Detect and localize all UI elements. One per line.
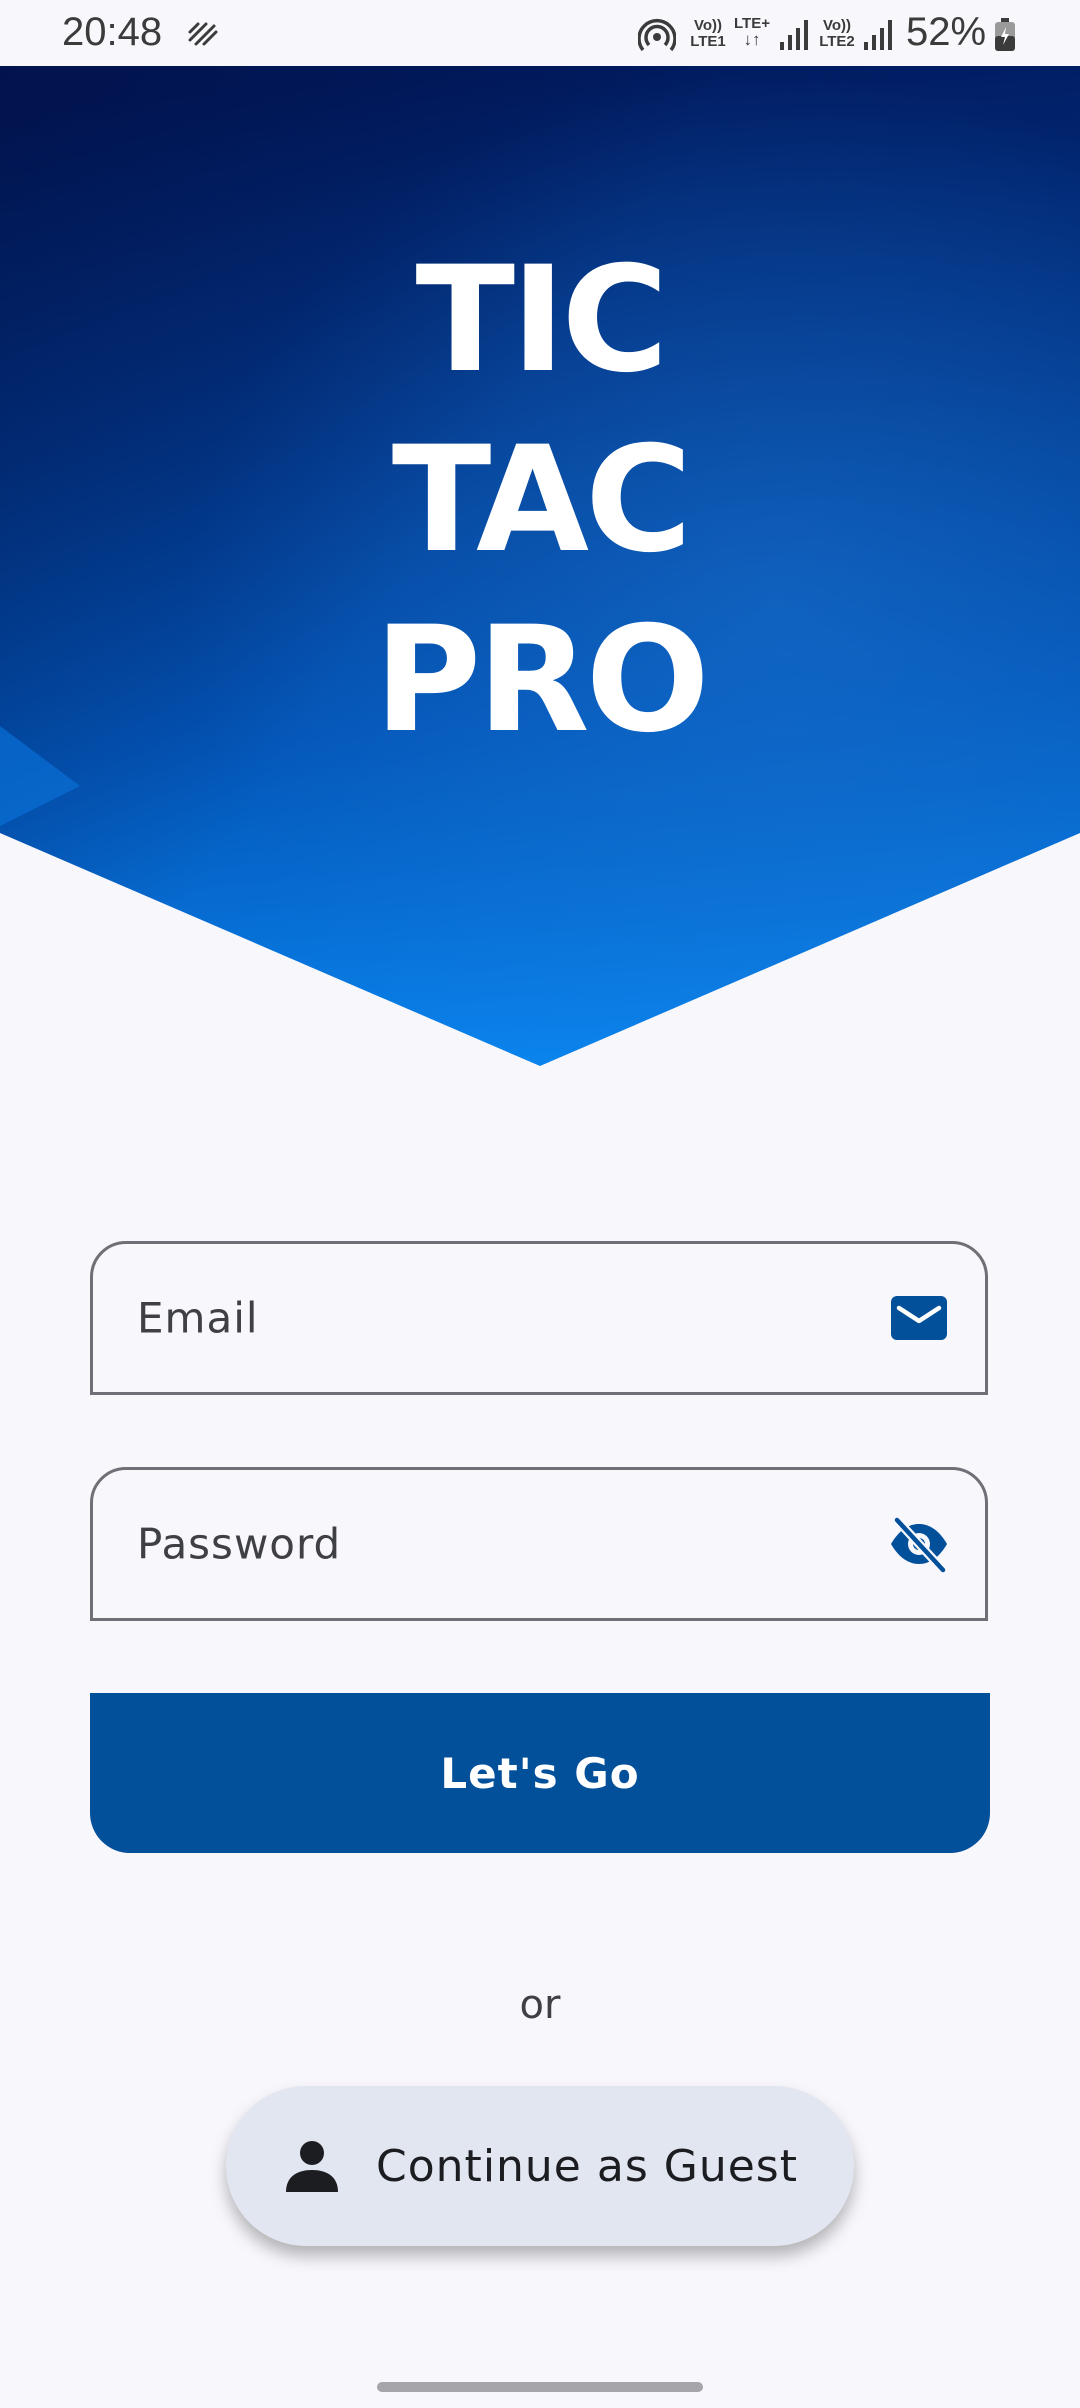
title-line: TAC xyxy=(391,415,692,585)
email-field[interactable]: Email xyxy=(90,1241,988,1395)
hero-banner: TIC TAC PRO xyxy=(0,66,1080,1066)
app-title: TIC TAC PRO xyxy=(0,230,1080,770)
battery-percent: 52% xyxy=(906,10,987,54)
signal-icon xyxy=(864,20,892,50)
data-arrows-icon: ↓↑ xyxy=(743,30,761,49)
or-divider-text: or xyxy=(519,1982,561,2028)
sim2-volte-label: Vo)) LTE2 xyxy=(819,17,855,50)
mail-icon xyxy=(891,1296,947,1340)
mobile-data-pattern-icon xyxy=(188,22,218,46)
lets-go-button[interactable]: Let's Go xyxy=(90,1693,990,1853)
home-indicator[interactable] xyxy=(377,2382,703,2392)
person-icon xyxy=(286,2141,339,2192)
continue-as-guest-button[interactable]: Continue as Guest xyxy=(226,2086,854,2246)
title-line: TIC xyxy=(415,235,668,405)
status-time: 20:48 xyxy=(62,10,163,54)
status-bar: 20:48 Vo)) LTE1 LTE+ ↓↑ Vo)) LTE2 52% xyxy=(0,0,1080,66)
password-field-label: Password xyxy=(137,1519,342,1569)
title-line: PRO xyxy=(374,595,710,765)
email-field-label: Email xyxy=(137,1293,259,1343)
hotspot-icon xyxy=(638,19,676,52)
battery-charging-icon xyxy=(995,18,1015,51)
password-field[interactable]: Password xyxy=(90,1467,988,1621)
sim1-volte-label: Vo)) LTE1 xyxy=(690,17,726,50)
guest-button-label: Continue as Guest xyxy=(376,2140,798,2192)
lte-plus-label: LTE+ ↓↑ xyxy=(730,16,774,49)
visibility-off-icon[interactable] xyxy=(889,1514,949,1574)
signal-icon xyxy=(780,20,808,50)
